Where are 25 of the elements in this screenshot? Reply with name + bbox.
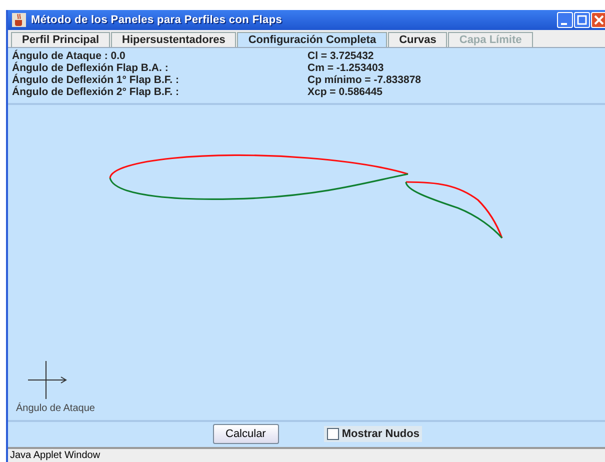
axis-label: Ángulo de Ataque	[16, 402, 95, 414]
close-button[interactable]	[591, 12, 605, 28]
result-value: Xcp = 0.586445	[308, 86, 384, 98]
tab[interactable]: Configuración Completa	[237, 32, 388, 47]
result-value: Cp mínimo = -7.833878	[308, 74, 422, 86]
parameter-label: Ángulo de Deflexión 2° Flap B.F. :	[12, 86, 180, 98]
maximize-icon	[577, 14, 587, 25]
calculate-button[interactable]: Calcular	[212, 424, 279, 444]
result-value: Cl = 3.725432	[308, 50, 375, 62]
tab[interactable]: Curvas	[388, 32, 448, 47]
parameter-label: Ángulo de Ataque : 0.0	[12, 50, 126, 62]
maximize-button[interactable]	[574, 12, 590, 28]
show-nodes-checkbox[interactable]: Mostrar Nudos	[324, 426, 422, 442]
minimize-button[interactable]	[557, 12, 573, 28]
close-icon	[594, 14, 604, 25]
tab[interactable]: Perfil Principal	[11, 32, 110, 47]
axis-cross-icon	[28, 360, 67, 400]
parameter-label: Ángulo de Deflexión 1° Flap B.F. :	[12, 74, 180, 86]
status-text: Java Applet Window	[10, 450, 100, 461]
coffee-cup-icon	[12, 12, 26, 27]
result-value: Cm = -1.253403	[308, 62, 385, 74]
minimize-icon	[561, 22, 567, 25]
tab[interactable]: Hipersustentadores	[111, 32, 236, 47]
window-title: Método de los Paneles para Perfiles con Flaps	[31, 14, 284, 26]
parameter-label: Ángulo de Deflexión Flap B.A. :	[12, 62, 170, 74]
